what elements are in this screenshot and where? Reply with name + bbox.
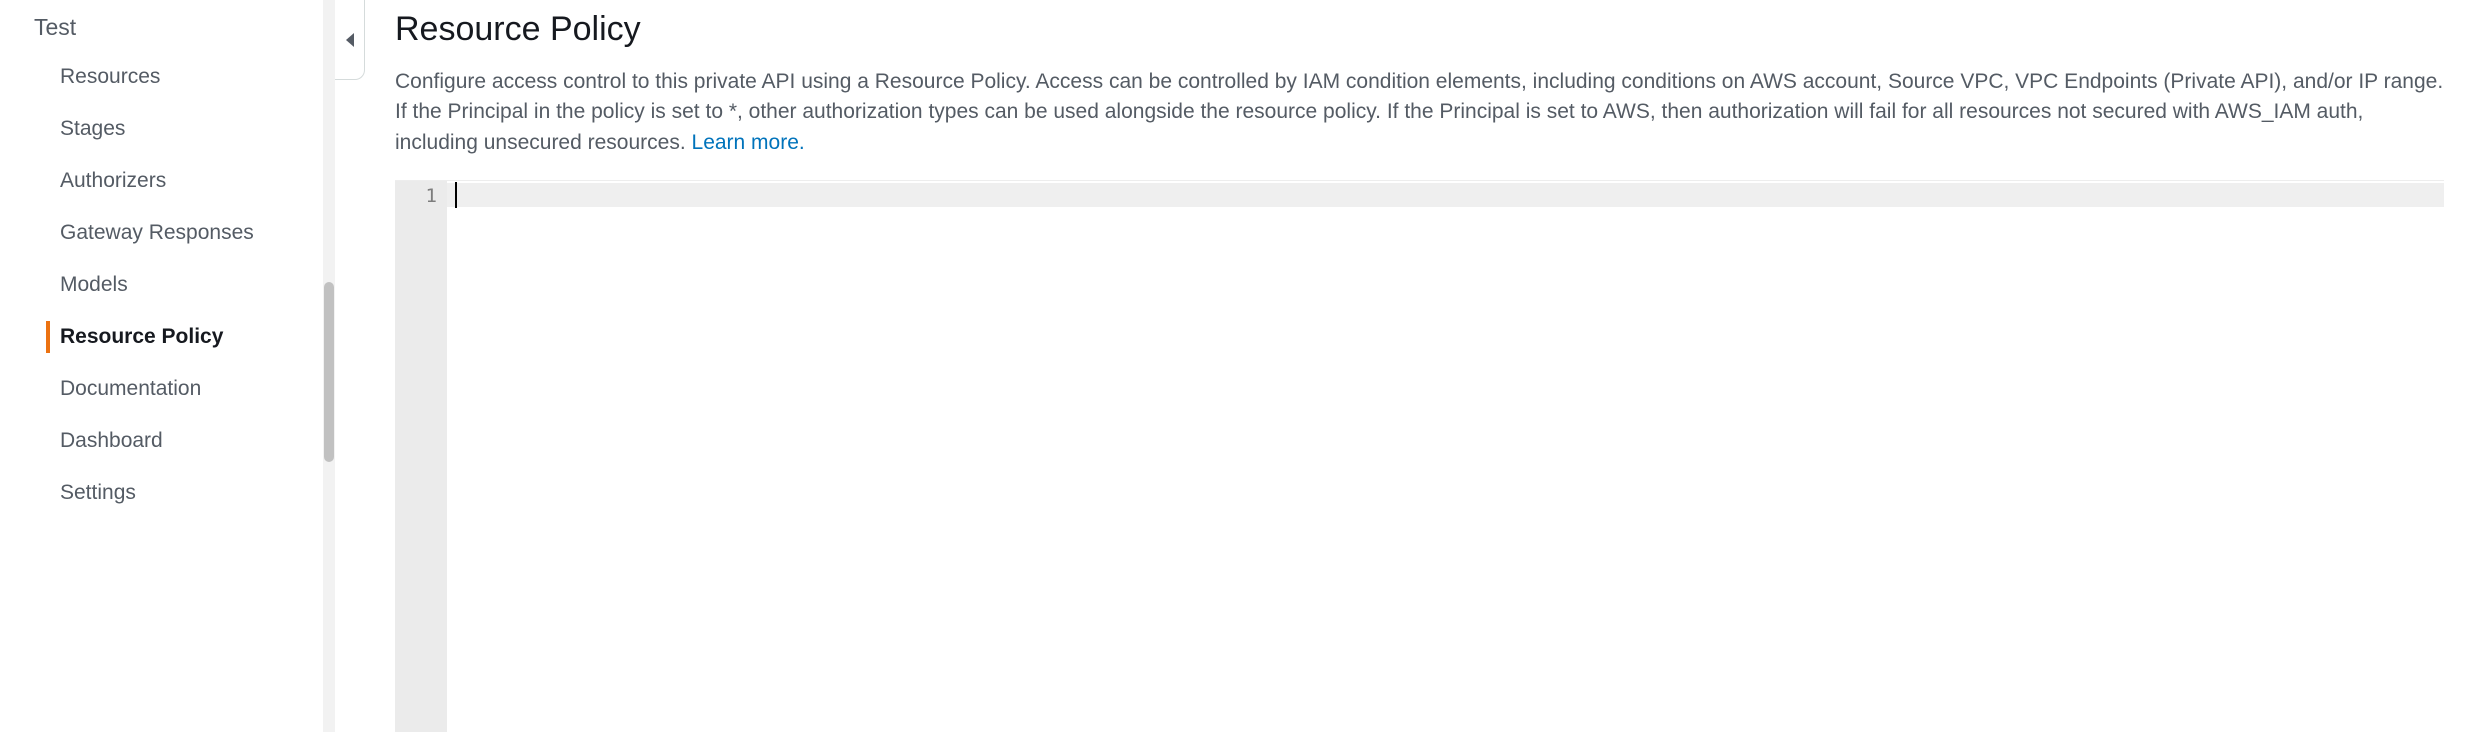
sidebar-item-label: Resource Policy xyxy=(60,325,223,348)
editor-active-line xyxy=(447,183,2444,207)
sidebar-item-label: Settings xyxy=(60,481,136,504)
editor-cursor xyxy=(455,182,457,208)
page-title: Resource Policy xyxy=(395,10,2444,49)
sidebar-item-label: Models xyxy=(60,273,128,296)
sidebar-item-resource-policy[interactable]: Resource Policy xyxy=(0,311,335,363)
sidebar-heading: Test xyxy=(0,0,335,51)
editor-line-number: 1 xyxy=(395,183,447,209)
main-content: Resource Policy Configure access control… xyxy=(335,0,2474,732)
sidebar-item-authorizers[interactable]: Authorizers xyxy=(0,155,335,207)
sidebar-item-gateway-responses[interactable]: Gateway Responses xyxy=(0,207,335,259)
sidebar-item-label: Documentation xyxy=(60,377,201,400)
page-description: Configure access control to this private… xyxy=(395,67,2444,158)
sidebar-item-label: Gateway Responses xyxy=(60,221,254,244)
sidebar-item-stages[interactable]: Stages xyxy=(0,103,335,155)
sidebar-scrollbar-thumb[interactable] xyxy=(324,282,334,462)
sidebar-collapse-button[interactable] xyxy=(335,0,365,80)
sidebar-item-label: Dashboard xyxy=(60,429,163,452)
policy-editor[interactable]: 1 xyxy=(395,180,2444,732)
sidebar-item-resources[interactable]: Resources xyxy=(0,51,335,103)
editor-body[interactable] xyxy=(447,181,2444,732)
sidebar-item-label: Authorizers xyxy=(60,169,166,192)
sidebar: Test Resources Stages Authorizers Gatewa… xyxy=(0,0,335,732)
learn-more-link[interactable]: Learn more. xyxy=(692,131,805,154)
sidebar-item-documentation[interactable]: Documentation xyxy=(0,363,335,415)
sidebar-item-models[interactable]: Models xyxy=(0,259,335,311)
sidebar-scrollbar-rail[interactable] xyxy=(323,0,335,732)
editor-gutter: 1 xyxy=(395,181,447,732)
sidebar-item-settings[interactable]: Settings xyxy=(0,467,335,519)
sidebar-item-dashboard[interactable]: Dashboard xyxy=(0,415,335,467)
sidebar-item-label: Stages xyxy=(60,117,125,140)
sidebar-list: Resources Stages Authorizers Gateway Res… xyxy=(0,51,335,519)
sidebar-item-label: Resources xyxy=(60,65,160,88)
